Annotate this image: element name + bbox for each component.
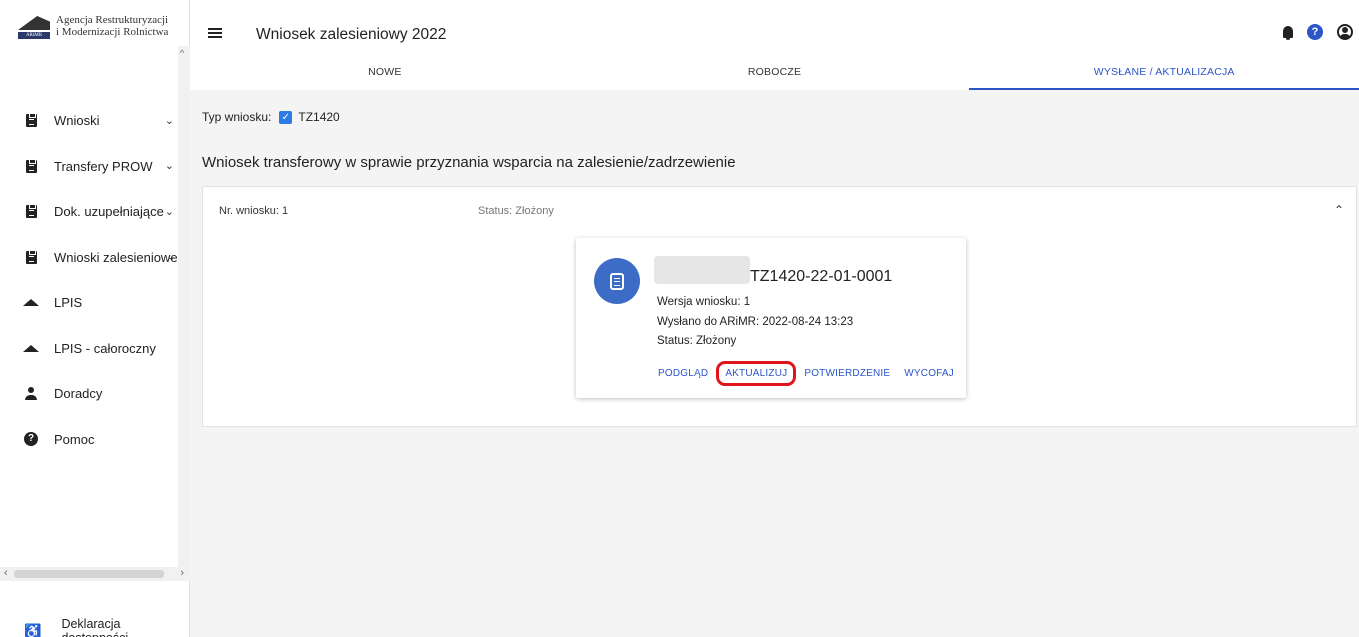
tz1420-checkbox-label[interactable]: TZ1420	[298, 110, 339, 124]
bell-icon[interactable]	[1283, 26, 1293, 40]
tabs: NOWE ROBOCZE WYSŁANE / AKTUALIZACJA	[190, 60, 1359, 90]
sidebar-horizontal-scrollbar[interactable]: ‹ ›	[0, 567, 190, 581]
sidebar-item-pomoc[interactable]: ? Pomoc	[0, 417, 178, 463]
section-title: Wniosek transferowy w sprawie przyznania…	[202, 154, 736, 171]
person-icon	[25, 387, 37, 401]
scroll-left-icon[interactable]: ‹	[4, 567, 8, 579]
chevron-up-icon[interactable]: ⌃	[1334, 203, 1344, 217]
help-icon: ?	[24, 432, 38, 447]
sidebar-item-dok-uzupelniajace[interactable]: Dok. uzupełniające ⌄	[0, 189, 178, 235]
clipboard-icon	[25, 204, 37, 219]
sidebar-item-label: LPIS - całoroczny	[54, 340, 156, 356]
sidebar-item-doradcy[interactable]: Doradcy	[0, 371, 178, 417]
application-version: Wersja wniosku: 1	[657, 296, 751, 308]
scroll-up-icon[interactable]: ^	[180, 48, 184, 58]
sidebar-item-label: LPIS	[54, 295, 83, 311]
tab-robocze[interactable]: ROBOCZE	[580, 60, 970, 90]
arimr-logo-mark: ARiMR	[18, 14, 50, 40]
sidebar-item-label: Wnioski zalesieniowe	[54, 249, 178, 265]
document-icon	[610, 272, 624, 290]
type-filter: Typ wniosku: ✓ TZ1420	[202, 110, 340, 124]
chevron-down-icon: ⌄	[164, 205, 174, 218]
preview-button[interactable]: PODGLĄD	[651, 368, 715, 379]
sidebar-item-label: Pomoc	[54, 431, 95, 447]
sidebar-nav: Wnioski ⌄ Transfery PROW ⌄ Dok. uzupełni…	[0, 98, 178, 462]
redacted-name	[654, 256, 750, 284]
withdraw-button[interactable]: WYCOFAJ	[897, 368, 961, 379]
chevron-down-icon: ⌄	[164, 160, 174, 173]
tab-nowe[interactable]: NOWE	[190, 60, 580, 90]
confirmation-button[interactable]: POTWIERDZENIE	[797, 368, 897, 379]
update-button[interactable]: AKTUALIZUJ	[716, 361, 797, 386]
scroll-right-icon[interactable]: ›	[180, 567, 184, 579]
terrain-icon	[23, 344, 39, 352]
application-card: TZ1420-22-01-0001 Wersja wniosku: 1 Wysł…	[576, 238, 966, 398]
top-icons: ?	[1283, 24, 1353, 40]
account-icon[interactable]	[1337, 24, 1353, 40]
application-card-status: Status: Złożony	[657, 335, 737, 347]
menu-icon[interactable]	[208, 28, 222, 38]
tz1420-checkbox[interactable]: ✓	[279, 110, 293, 124]
clipboard-icon	[25, 158, 37, 173]
sidebar: ARiMR Agencja Restrukturyzacji i Moderni…	[0, 0, 190, 637]
logo-line-2: i Modernizacji Rolnictwa	[56, 26, 169, 38]
application-number: Nr. wniosku: 1	[219, 205, 289, 217]
sidebar-item-wnioski[interactable]: Wnioski ⌄	[0, 98, 178, 144]
accessibility-declaration-link[interactable]: ♿ Deklaracja dostępności	[24, 617, 189, 637]
sidebar-item-label: Transfery PROW	[54, 158, 153, 174]
tab-wyslane-aktualizacja[interactable]: WYSŁANE / AKTUALIZACJA	[969, 60, 1359, 90]
type-filter-label: Typ wniosku:	[202, 110, 272, 124]
application-status: Status: Złożony	[478, 205, 554, 217]
accessibility-icon: ♿	[24, 622, 42, 637]
sidebar-item-wnioski-zalesieniowe[interactable]: Wnioski zalesieniowe ⌄	[0, 235, 178, 281]
sidebar-item-label: Doradcy	[54, 386, 103, 402]
top-bar: Wniosek zalesieniowy 2022 ? NOWE ROBOCZE…	[190, 0, 1359, 90]
arimr-logo[interactable]: ARiMR Agencja Restrukturyzacji i Moderni…	[18, 14, 168, 40]
terrain-icon	[23, 299, 39, 307]
scrollbar-thumb[interactable]	[14, 570, 164, 578]
application-id: TZ1420-22-01-0001	[750, 268, 893, 285]
page-title: Wniosek zalesieniowy 2022	[256, 26, 447, 43]
help-circle-icon[interactable]: ?	[1307, 24, 1323, 40]
sidebar-vertical-scrollbar[interactable]: ^ v	[178, 46, 190, 576]
chevron-down-icon: ⌄	[164, 114, 174, 127]
sidebar-item-lpis[interactable]: LPIS	[0, 280, 178, 326]
main-content: Typ wniosku: ✓ TZ1420 Wniosek transferow…	[190, 90, 1359, 637]
document-avatar	[594, 258, 640, 304]
clipboard-icon	[25, 249, 37, 264]
clipboard-icon	[25, 113, 37, 128]
sidebar-item-label: Dok. uzupełniające	[54, 204, 164, 220]
logo-line-1: Agencja Restrukturyzacji	[56, 14, 169, 26]
chevron-down-icon: ⌄	[166, 251, 176, 264]
application-sent-date: Wysłano do ARiMR: 2022-08-24 13:23	[657, 316, 854, 328]
sidebar-item-lpis-caloroczny[interactable]: LPIS - całoroczny	[0, 326, 178, 372]
sidebar-item-label: Wnioski	[54, 113, 100, 129]
accessibility-label: Deklaracja dostępności	[61, 617, 128, 637]
sidebar-item-transfery-prow[interactable]: Transfery PROW ⌄	[0, 144, 178, 190]
card-actions: PODGLĄD AKTUALIZUJ POTWIERDZENIE WYCOFAJ	[651, 361, 961, 386]
logo-text: Agencja Restrukturyzacji i Modernizacji …	[56, 14, 168, 38]
